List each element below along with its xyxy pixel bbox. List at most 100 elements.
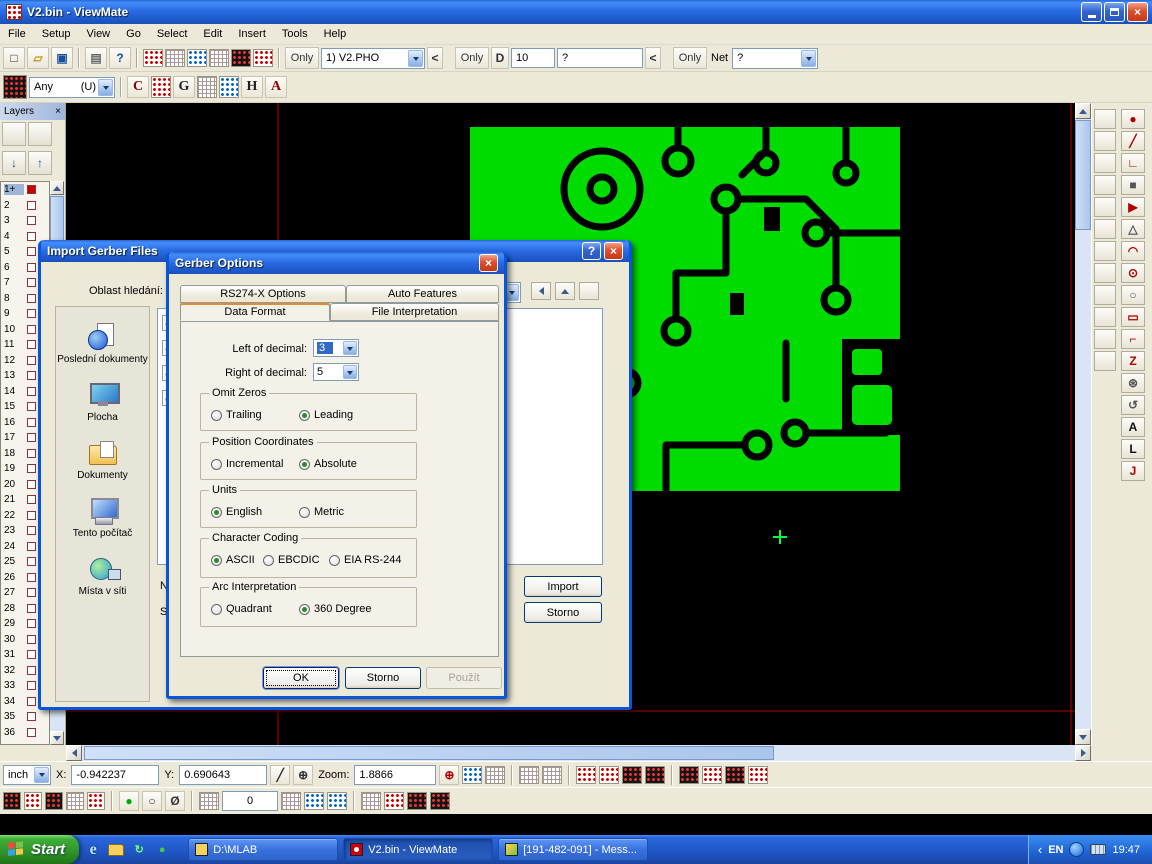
dialog-help-button[interactable]: ? bbox=[582, 242, 601, 260]
layer-color-swatch[interactable] bbox=[27, 495, 36, 504]
aperture-rect-icon[interactable] bbox=[197, 76, 217, 98]
scroll-left-arrow[interactable] bbox=[66, 745, 82, 761]
zoom-field[interactable]: 1.8866 bbox=[354, 765, 436, 785]
magnifier-icon[interactable] bbox=[1094, 285, 1116, 305]
menu-help[interactable]: Help bbox=[316, 25, 355, 43]
start-button[interactable]: Start bbox=[0, 835, 79, 864]
tray-collapse-chevron[interactable]: ‹ bbox=[1038, 842, 1042, 857]
origin-button[interactable]: ⊕ bbox=[293, 765, 313, 785]
left-of-decimal-combo[interactable]: 3 bbox=[313, 339, 359, 357]
only-dcode-toggle[interactable]: Only bbox=[455, 47, 489, 69]
tool-rectangle-icon[interactable]: ▭ bbox=[1121, 307, 1145, 327]
layer-pattern-2-button[interactable] bbox=[702, 766, 722, 784]
dcode-flash-icon[interactable] bbox=[1094, 109, 1116, 129]
menu-view[interactable]: View bbox=[78, 25, 118, 43]
internet-explorer-icon[interactable]: e bbox=[84, 841, 102, 859]
previous-dcode-button[interactable]: < bbox=[645, 47, 661, 69]
layer-color-swatch[interactable] bbox=[27, 650, 36, 659]
dialog-close-button[interactable]: × bbox=[479, 254, 498, 272]
radio-quadrant[interactable]: Quadrant bbox=[211, 603, 272, 615]
no-fill-button[interactable]: Ø bbox=[165, 791, 185, 811]
tab-rs274x-options[interactable]: RS274-X Options bbox=[180, 285, 346, 303]
dcode-draw-icon[interactable] bbox=[1094, 131, 1116, 151]
radio-trailing[interactable]: Trailing bbox=[211, 409, 262, 421]
place-desktop[interactable]: Plocha bbox=[56, 381, 149, 423]
menu-edit[interactable]: Edit bbox=[195, 25, 230, 43]
layer-color-swatch[interactable] bbox=[27, 666, 36, 675]
tool-hook-icon[interactable]: J bbox=[1121, 461, 1145, 481]
layer-color-swatch[interactable] bbox=[27, 278, 36, 287]
film-view-icon[interactable] bbox=[231, 49, 251, 67]
previous-layer-button[interactable]: < bbox=[427, 47, 443, 69]
scroll-right-arrow[interactable] bbox=[1075, 745, 1091, 761]
radio-360-degree[interactable]: 360 Degree bbox=[299, 603, 372, 615]
layer-color-swatch[interactable] bbox=[27, 511, 36, 520]
import-cancel-button[interactable]: Storno bbox=[524, 602, 602, 623]
radio-english[interactable]: English bbox=[211, 506, 262, 518]
restore-button[interactable] bbox=[1104, 2, 1125, 22]
layer-color-swatch[interactable] bbox=[27, 604, 36, 613]
quick-launch-app-icon[interactable]: ● bbox=[153, 841, 171, 859]
dropdown-arrow-icon[interactable] bbox=[408, 50, 423, 67]
task-mlab-folder[interactable]: D:\MLAB bbox=[188, 838, 338, 861]
layer-table-button[interactable] bbox=[2, 122, 26, 146]
layer-color-swatch[interactable] bbox=[27, 635, 36, 644]
layer-color-swatch[interactable] bbox=[27, 201, 36, 210]
menu-setup[interactable]: Setup bbox=[34, 25, 79, 43]
pad-display-button[interactable] bbox=[576, 766, 596, 784]
context-help-button[interactable]: ? bbox=[109, 47, 131, 69]
aperture-list-icon[interactable] bbox=[3, 75, 27, 99]
new-file-button[interactable]: □ bbox=[3, 47, 25, 69]
grid-display-button[interactable] bbox=[519, 766, 539, 784]
query-object-icon[interactable] bbox=[187, 49, 207, 67]
keyboard-tray-icon[interactable] bbox=[1090, 844, 1106, 855]
radio-absolute[interactable]: Absolute bbox=[299, 458, 357, 470]
layer-color-swatch[interactable] bbox=[27, 356, 36, 365]
layer-pattern-3-button[interactable] bbox=[725, 766, 745, 784]
import-button[interactable]: Import bbox=[524, 576, 602, 597]
layer-color-swatch[interactable] bbox=[27, 294, 36, 303]
layer-color-swatch[interactable] bbox=[27, 371, 36, 380]
layer-color-swatch[interactable] bbox=[27, 325, 36, 334]
only-layer-toggle[interactable]: Only bbox=[285, 47, 319, 69]
scroll-up-arrow[interactable] bbox=[50, 181, 64, 195]
layer-color-swatch[interactable] bbox=[27, 588, 36, 597]
layer-config-2-button[interactable] bbox=[24, 792, 42, 810]
snap-mode-icon[interactable] bbox=[1094, 263, 1116, 283]
layer-color-swatch[interactable] bbox=[27, 402, 36, 411]
outline-display-button[interactable] bbox=[645, 766, 665, 784]
right-of-decimal-combo[interactable]: 5 bbox=[313, 363, 359, 381]
layer-down-button[interactable]: ↓ bbox=[2, 151, 26, 175]
axis-marker-button[interactable] bbox=[327, 792, 347, 810]
gerber-dialog-titlebar[interactable]: Gerber Options × bbox=[169, 252, 504, 274]
measure-mode-button[interactable]: ╱ bbox=[270, 765, 290, 785]
layer-color-swatch[interactable] bbox=[27, 340, 36, 349]
minimize-button[interactable] bbox=[1081, 2, 1102, 22]
horizontal-scrollbar[interactable] bbox=[66, 745, 1091, 761]
dropdown-arrow-icon[interactable] bbox=[98, 79, 113, 96]
zoom-point-button[interactable]: ⊕ bbox=[439, 765, 459, 785]
layer-row[interactable]: 2 bbox=[1, 198, 49, 214]
tool-polyline-icon[interactable]: ∟ bbox=[1121, 153, 1145, 173]
dropdown-arrow-icon[interactable] bbox=[801, 50, 816, 67]
dcode-number-field[interactable]: 10 bbox=[511, 48, 555, 68]
tab-auto-features[interactable]: Auto Features bbox=[346, 285, 499, 303]
layer-color-swatch[interactable] bbox=[27, 216, 36, 225]
measure-tool-icon[interactable] bbox=[1094, 219, 1116, 239]
tab-data-format[interactable]: Data Format bbox=[180, 302, 330, 321]
layer-up-button[interactable]: ↑ bbox=[28, 151, 52, 175]
aperture-h-button[interactable]: H bbox=[241, 76, 263, 98]
flash-display-button[interactable] bbox=[622, 766, 642, 784]
radio-ebcdic[interactable]: EBCDIC bbox=[263, 554, 320, 566]
scroll-up-arrow[interactable] bbox=[1075, 103, 1091, 119]
pad-stack-icon[interactable] bbox=[1094, 175, 1116, 195]
aperture-text-button[interactable]: A bbox=[265, 76, 287, 98]
radio-ascii[interactable]: ASCII bbox=[211, 554, 255, 566]
layer-color-swatch[interactable] bbox=[27, 464, 36, 473]
layer-config-4-button[interactable] bbox=[66, 792, 84, 810]
tab-file-interpretation[interactable]: File Interpretation bbox=[330, 303, 499, 321]
layer-color-swatch[interactable] bbox=[27, 573, 36, 582]
grid-dots-button[interactable] bbox=[281, 792, 301, 810]
aperture-shape-combo[interactable]: Any (U) bbox=[29, 77, 115, 98]
layer-row[interactable]: 35 bbox=[1, 709, 49, 725]
